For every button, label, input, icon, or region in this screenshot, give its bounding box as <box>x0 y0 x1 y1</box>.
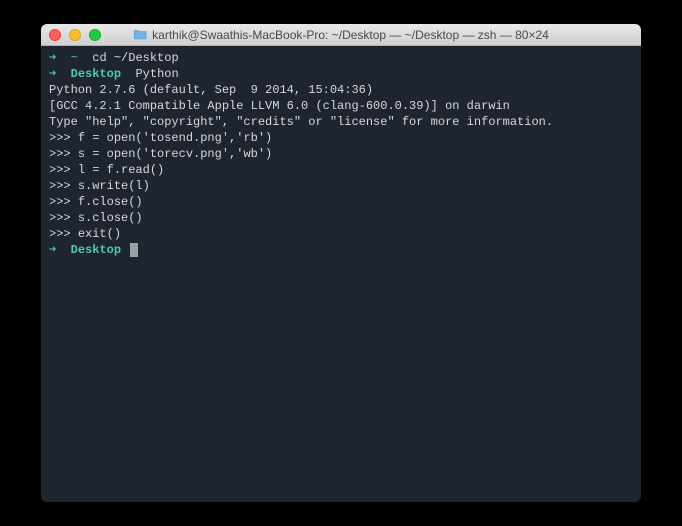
output-text: Type "help", "copyright", "credits" or "… <box>49 115 553 129</box>
terminal-line: >>> s = open('torecv.png','wb') <box>49 146 633 162</box>
output-text: Python 2.7.6 (default, Sep 9 2014, 15:04… <box>49 83 373 97</box>
output-text: [GCC 4.2.1 Compatible Apple LLVM 6.0 (cl… <box>49 99 510 113</box>
terminal-line: ➜ Desktop <box>49 242 633 258</box>
python-prompt: >>> <box>49 131 78 145</box>
command-text: cd ~/Desktop <box>92 51 178 65</box>
folder-icon <box>133 29 147 40</box>
terminal-body[interactable]: ➜ ~ cd ~/Desktop ➜ Desktop Python Python… <box>41 46 641 262</box>
terminal-line: >>> f = open('tosend.png','rb') <box>49 130 633 146</box>
terminal-line: >>> l = f.read() <box>49 162 633 178</box>
prompt-cwd: Desktop <box>71 67 121 81</box>
python-prompt: >>> <box>49 211 78 225</box>
maximize-icon[interactable] <box>89 29 101 41</box>
prompt-arrow: ➜ <box>49 243 56 257</box>
command-text: l = f.read() <box>78 163 164 177</box>
terminal-line: [GCC 4.2.1 Compatible Apple LLVM 6.0 (cl… <box>49 98 633 114</box>
close-icon[interactable] <box>49 29 61 41</box>
titlebar[interactable]: karthik@Swaathis-MacBook-Pro: ~/Desktop … <box>41 24 641 46</box>
python-prompt: >>> <box>49 147 78 161</box>
command-text: s.write(l) <box>78 179 150 193</box>
window-title: karthik@Swaathis-MacBook-Pro: ~/Desktop … <box>133 28 549 42</box>
prompt-arrow: ➜ <box>49 51 56 65</box>
cursor <box>130 243 138 257</box>
terminal-line: >>> f.close() <box>49 194 633 210</box>
terminal-line: ➜ ~ cd ~/Desktop <box>49 50 633 66</box>
python-prompt: >>> <box>49 179 78 193</box>
traffic-lights <box>49 29 101 41</box>
prompt-cwd: ~ <box>71 51 78 65</box>
command-text: exit() <box>78 227 121 241</box>
command-text: s = open('torecv.png','wb') <box>78 147 272 161</box>
terminal-line: >>> s.close() <box>49 210 633 226</box>
window-title-text: karthik@Swaathis-MacBook-Pro: ~/Desktop … <box>152 28 549 42</box>
terminal-window: karthik@Swaathis-MacBook-Pro: ~/Desktop … <box>41 24 641 502</box>
terminal-line: Python 2.7.6 (default, Sep 9 2014, 15:04… <box>49 82 633 98</box>
python-prompt: >>> <box>49 195 78 209</box>
python-prompt: >>> <box>49 163 78 177</box>
command-text: s.close() <box>78 211 143 225</box>
prompt-arrow: ➜ <box>49 67 56 81</box>
terminal-line: ➜ Desktop Python <box>49 66 633 82</box>
command-text: f.close() <box>78 195 143 209</box>
minimize-icon[interactable] <box>69 29 81 41</box>
terminal-line: Type "help", "copyright", "credits" or "… <box>49 114 633 130</box>
prompt-cwd: Desktop <box>71 243 121 257</box>
terminal-line: >>> exit() <box>49 226 633 242</box>
terminal-line: >>> s.write(l) <box>49 178 633 194</box>
command-text: Python <box>135 67 178 81</box>
python-prompt: >>> <box>49 227 78 241</box>
command-text: f = open('tosend.png','rb') <box>78 131 272 145</box>
